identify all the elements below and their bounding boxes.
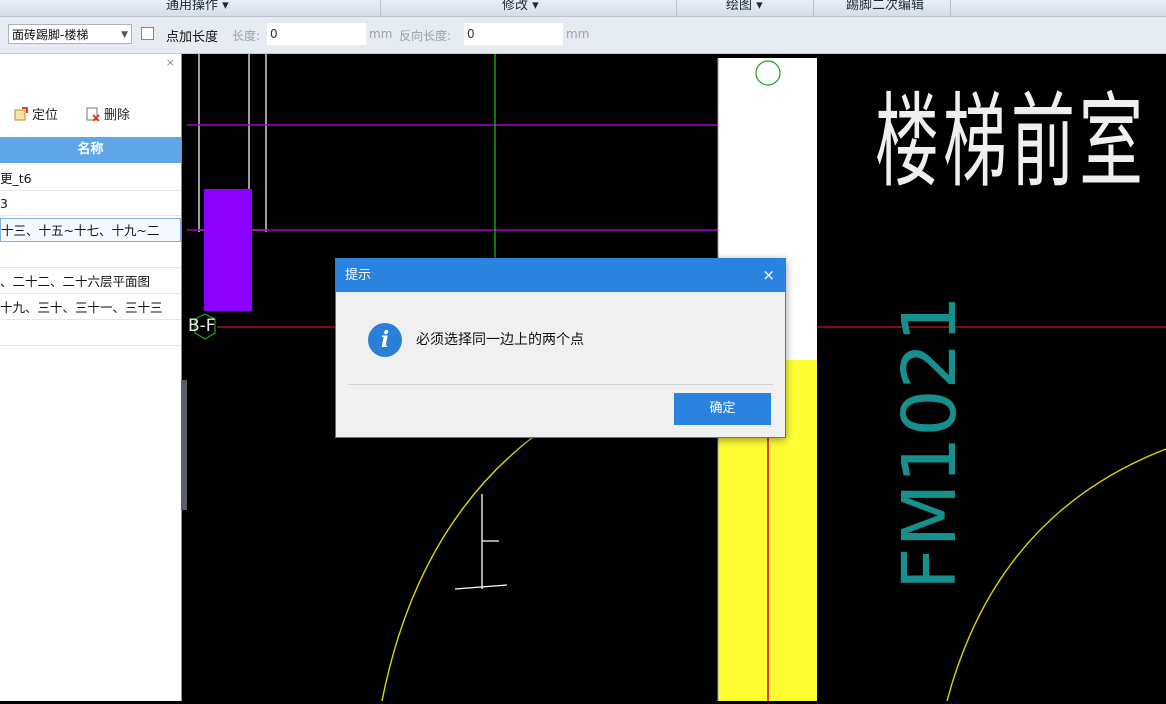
room-label: 楼梯前室 [875,84,1147,203]
reverse-length-unit: mm [566,27,590,41]
prompt-dialog: 提示 × i 必须选择同一边上的两个点 确定 [335,258,786,438]
list-item[interactable] [0,322,181,346]
locate-label: 定位 [32,108,59,123]
ribbon: 通用操作 ▾ 修改 ▾ 绘图 ▾ 踢脚二次编辑 [0,0,1166,17]
reverse-length-input[interactable]: 0 [464,23,563,45]
delete-label: 删除 [104,108,131,123]
reverse-length-label: 反向长度: [399,29,452,43]
door-label: FM1021 [887,295,973,590]
ok-button[interactable]: 确定 [674,393,771,425]
purple-block [204,189,252,311]
ribbon-group-skirting-edit[interactable]: 踢脚二次编辑 [846,0,924,16]
dialog-close-icon[interactable]: × [762,259,775,292]
axis-label: B-F [188,316,216,336]
ribbon-separator [380,0,381,16]
locate-icon [14,107,28,121]
dialog-divider [348,384,773,385]
panel-close-icon[interactable]: × [166,56,175,69]
list-item[interactable]: 更_t6 [0,167,181,191]
ribbon-separator [813,0,814,16]
column-header-name: 名称 [0,137,181,163]
add-length-label: 点加长度 [166,30,219,45]
ribbon-separator [950,0,951,16]
skirting-type-combo[interactable]: 面砖踢脚-楼梯‍ ▼ [8,24,132,44]
length-input[interactable]: 0 [267,23,366,45]
delete-icon [86,107,100,122]
list-item[interactable]: 3 [0,192,181,216]
dialog-message: 必须选择同一边上的两个点 [416,332,584,348]
delete-button[interactable]: 删除 [86,104,130,123]
options-bar: 面砖踢脚-楼梯‍ ▼ 点加长度 长度: 0 mm 反向长度: 0 mm [0,17,1166,54]
ribbon-group-common-ops[interactable]: 通用操作 ▾ [166,0,229,16]
chevron-down-icon: ▼ [121,30,128,40]
skirting-type-value: 面砖踢脚-楼梯‍ [12,28,89,42]
info-icon: i [368,323,402,357]
list-item[interactable] [0,244,181,268]
locate-button[interactable]: 定位 [14,104,58,123]
ribbon-group-draw[interactable]: 绘图 ▾ [726,0,763,16]
length-label: 长度: [232,29,261,43]
list-item-selected[interactable]: 十三、十五~十七、十九~二 [0,218,181,242]
list-item[interactable]: 、二十二、二十六层平面图 [0,270,181,294]
add-length-checkbox[interactable] [141,27,154,40]
length-unit: mm [369,27,393,41]
ribbon-separator [676,0,677,16]
component-list-panel: × 定位 删除 名称 更_t6 3 十三、十五~十七、十九~二 、二十二、二十六… [0,54,182,701]
dialog-title: 提示 [336,259,785,292]
list-item[interactable]: 十九、三十、三十一、三十三 [0,296,181,320]
ribbon-group-modify[interactable]: 修改 ▾ [502,0,539,16]
